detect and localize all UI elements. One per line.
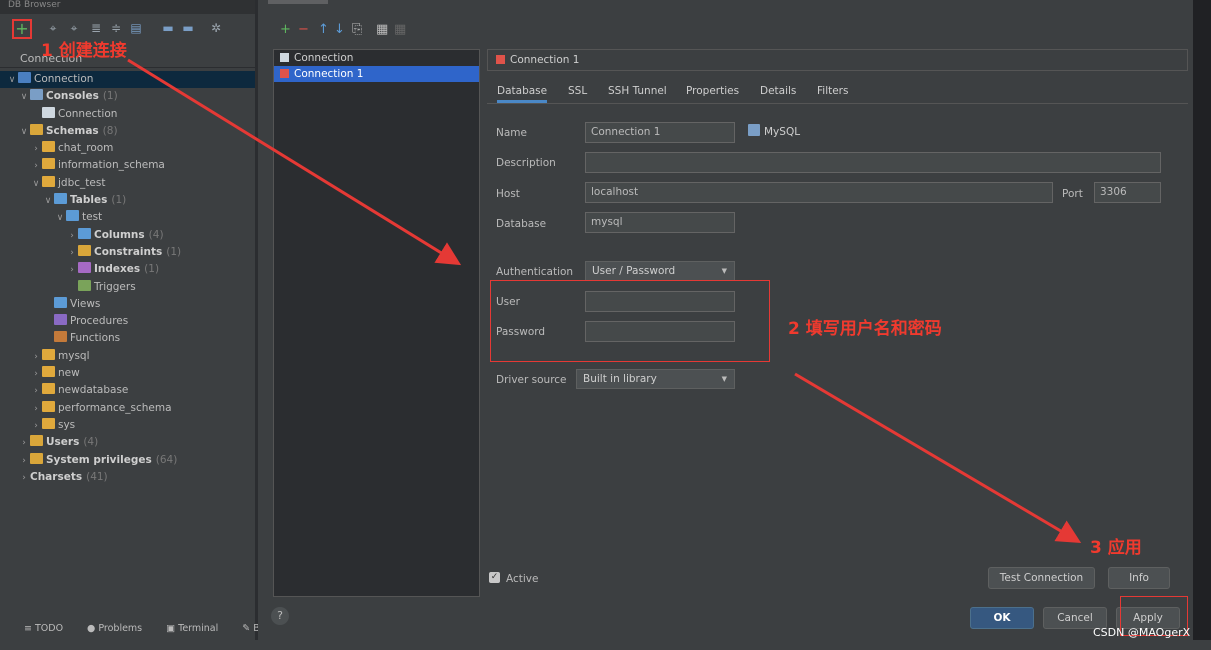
step2-annotation: 2 填写用户名和密码	[788, 319, 942, 339]
arrow-to-form	[127, 58, 462, 266]
watermark: CSDN @MAOgerX	[1093, 626, 1191, 639]
arrow-to-apply	[794, 372, 1082, 544]
user-password-highlight	[490, 280, 770, 362]
step1-annotation: 1 创建连接	[41, 41, 127, 61]
step3-annotation: 3 应用	[1090, 538, 1142, 558]
